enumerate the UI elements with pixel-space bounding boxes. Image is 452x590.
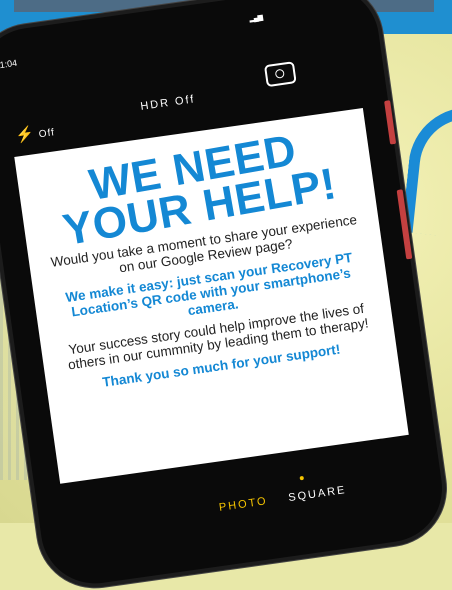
phone: ▂▄▆ 11:04 ⚡ Off HDR Off WE NEED YOUR HEL… [0, 0, 450, 590]
camera-switch-icon[interactable] [263, 61, 297, 88]
flash-label: Off [38, 127, 56, 141]
flash-icon: ⚡ [14, 124, 37, 145]
message-card: WE NEED YOUR HELP! Would you take a mome… [14, 108, 409, 484]
